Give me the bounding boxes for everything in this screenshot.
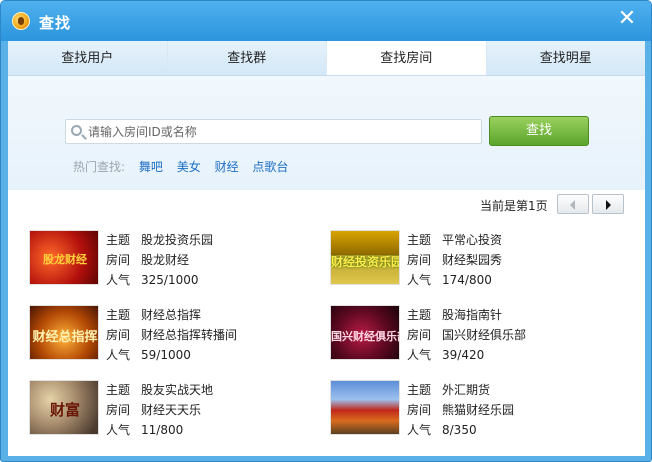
room-card[interactable]: 国兴财经俱乐部 主题股海指南针 房间国兴财经俱乐部 人气 39/420 bbox=[330, 305, 620, 365]
room-card[interactable]: 股龙财经 主题 股龙投资乐园 房间 股龙财经 人气 325/1000 bbox=[29, 230, 319, 290]
tab-find-user[interactable]: 查找用户 bbox=[8, 41, 168, 75]
room-card[interactable]: 财经投资乐园 主题 平常心投资 房间 财经梨园秀 人气 174/800 bbox=[330, 230, 620, 290]
room-thumbnail[interactable]: 国兴财经俱乐部 bbox=[330, 305, 400, 360]
room-thumbnail[interactable]: 财富 bbox=[29, 380, 99, 435]
room-popularity: 174/800 bbox=[442, 273, 492, 287]
room-popularity: 39/420 bbox=[442, 348, 485, 362]
topic-label: 主题 bbox=[106, 233, 131, 247]
room-name: 财经天天乐 bbox=[141, 403, 202, 417]
room-popularity: 59/1000 bbox=[141, 348, 191, 362]
topic-label: 主题 bbox=[407, 233, 432, 247]
room-topic: 平常心投资 bbox=[442, 233, 503, 247]
search-icon bbox=[71, 125, 82, 136]
room-popularity: 8/350 bbox=[442, 423, 477, 437]
tab-find-star[interactable]: 查找明星 bbox=[487, 41, 646, 75]
popularity-label: 人气 bbox=[106, 423, 131, 437]
room-thumbnail[interactable]: 财经总指挥 bbox=[29, 305, 99, 360]
room-card[interactable]: 财经总指挥 主题 财经总指挥 房间 财经总指挥转播间 人气 59/1000 bbox=[29, 305, 319, 365]
room-info: 主题 财经总指挥 房间 财经总指挥转播间 人气 59/1000 bbox=[106, 305, 237, 365]
popularity-label: 人气 bbox=[407, 348, 432, 362]
room-topic: 股龙投资乐园 bbox=[141, 233, 214, 247]
thumbnail-caption: 财富 bbox=[49, 401, 80, 419]
content-area: 查找 热门查找: 舞吧 美女 财经 点歌台 当前是第1页 股龙财经 主题股龙投资… bbox=[8, 76, 645, 456]
room-info: 主题 外汇期货 房间 熊猫财经乐园 人气 8/350 bbox=[407, 380, 514, 440]
thumbnail-caption: 财经投资乐园 bbox=[331, 255, 400, 269]
room-label: 房间 bbox=[407, 253, 432, 267]
room-topic: 股友实战天地 bbox=[141, 383, 214, 397]
search-box[interactable] bbox=[65, 119, 482, 144]
topic-label: 主题 bbox=[407, 383, 432, 397]
hot-link-beauty[interactable]: 美女 bbox=[177, 160, 201, 174]
tab-bar: 查找用户 查找群 查找房间 查找明星 bbox=[8, 41, 645, 76]
room-topic: 财经总指挥 bbox=[141, 308, 202, 322]
search-input[interactable] bbox=[88, 122, 476, 142]
tab-find-room[interactable]: 查找房间 bbox=[327, 41, 487, 75]
close-button[interactable]: ✕ bbox=[615, 7, 639, 31]
room-label: 房间 bbox=[407, 328, 432, 342]
room-name: 财经总指挥转播间 bbox=[141, 328, 238, 342]
room-info: 主题 股龙投资乐园 房间 股龙财经 人气 325/1000 bbox=[106, 230, 213, 290]
room-label: 房间 bbox=[407, 403, 432, 417]
room-topic: 外汇期货 bbox=[442, 383, 491, 397]
tab-find-group[interactable]: 查找群 bbox=[168, 41, 327, 75]
hot-link-karaoke[interactable]: 点歌台 bbox=[252, 160, 288, 174]
room-label: 房间 bbox=[106, 328, 131, 342]
hot-search-label: 热门查找: bbox=[73, 160, 126, 174]
room-card[interactable]: 财富 主题 股友实战天地 房间 财经天天乐 人气 11/800 bbox=[29, 380, 319, 440]
room-name: 熊猫财经乐园 bbox=[442, 403, 515, 417]
next-page-button[interactable] bbox=[592, 194, 624, 214]
room-name: 财经梨园秀 bbox=[442, 253, 503, 267]
room-thumbnail[interactable]: 财经投资乐园 bbox=[330, 230, 400, 285]
popularity-label: 人气 bbox=[106, 348, 131, 362]
search-area: 查找 热门查找: 舞吧 美女 财经 点歌台 bbox=[8, 76, 645, 190]
popularity-label: 人气 bbox=[106, 273, 131, 287]
room-name: 国兴财经俱乐部 bbox=[442, 328, 527, 342]
room-card[interactable]: 主题 外汇期货 房间 熊猫财经乐园 人气 8/350 bbox=[330, 380, 620, 440]
find-window: 查找 ✕ 查找用户 查找群 查找房间 查找明星 查找 热门查找: 舞吧 美女 财… bbox=[0, 0, 652, 462]
app-logo-icon bbox=[12, 12, 30, 30]
thumbnail-caption: 财经总指挥 bbox=[32, 330, 98, 345]
hot-link-finance[interactable]: 财经 bbox=[215, 160, 239, 174]
room-info: 主题 平常心投资 房间 财经梨园秀 人气 174/800 bbox=[407, 230, 502, 290]
page-indicator: 当前是第1页 bbox=[480, 199, 548, 213]
thumbnail-caption: 股龙财经 bbox=[43, 253, 87, 266]
popularity-label: 人气 bbox=[407, 273, 432, 287]
room-popularity: 325/1000 bbox=[141, 273, 199, 287]
room-popularity: 11/800 bbox=[141, 423, 184, 437]
room-info: 主题 股友实战天地 房间 财经天天乐 人气 11/800 bbox=[106, 380, 213, 440]
hot-link-dance[interactable]: 舞吧 bbox=[139, 160, 163, 174]
topic-label: 主题 bbox=[106, 383, 131, 397]
room-topic: 股海指南针 bbox=[442, 308, 503, 322]
room-thumbnail[interactable]: 股龙财经 bbox=[29, 230, 99, 285]
arrow-right-icon bbox=[606, 200, 611, 210]
room-label: 房间 bbox=[106, 253, 131, 267]
room-label: 房间 bbox=[106, 403, 131, 417]
thumbnail-caption: 国兴财经俱乐部 bbox=[331, 330, 399, 343]
room-thumbnail[interactable] bbox=[330, 380, 400, 435]
title-bar: 查找 ✕ bbox=[1, 1, 651, 41]
popularity-label: 人气 bbox=[407, 423, 432, 437]
room-name: 股龙财经 bbox=[141, 253, 190, 267]
room-info: 主题 股海指南针 房间 国兴财经俱乐部 人气 39/420 bbox=[407, 305, 526, 365]
search-button[interactable]: 查找 bbox=[489, 116, 589, 146]
window-title: 查找 bbox=[39, 14, 72, 32]
topic-label: 主题 bbox=[106, 308, 131, 322]
topic-label: 主题 bbox=[407, 308, 432, 322]
arrow-left-icon bbox=[570, 200, 575, 210]
hot-search-row: 热门查找: 舞吧 美女 财经 点歌台 bbox=[73, 158, 298, 176]
prev-page-button[interactable] bbox=[557, 194, 589, 214]
